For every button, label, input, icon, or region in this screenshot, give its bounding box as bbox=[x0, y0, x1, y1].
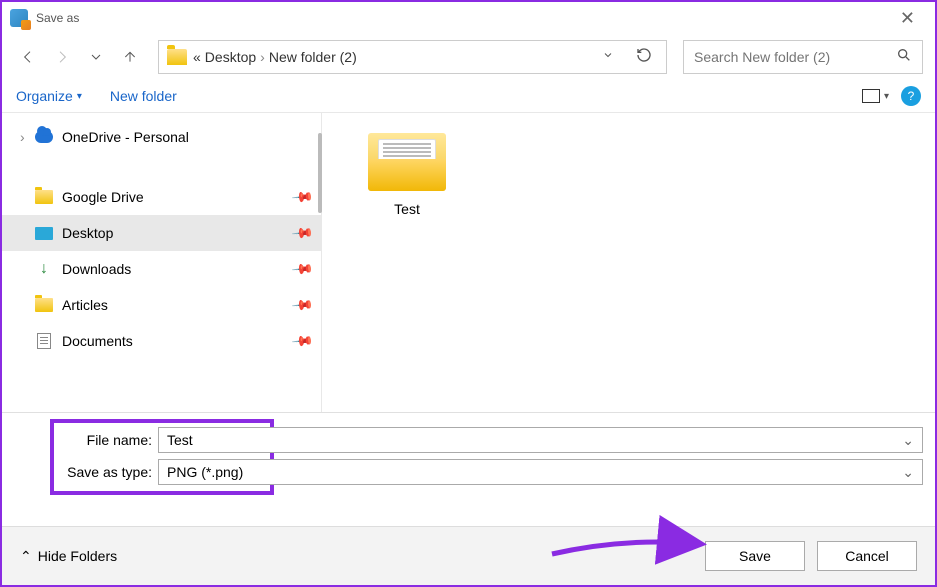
tree-item-downloads[interactable]: ↓ Downloads 📌 bbox=[2, 251, 321, 287]
pin-icon: 📌 bbox=[290, 329, 314, 353]
savetype-select[interactable]: PNG (*.png) ⌄ bbox=[158, 459, 923, 485]
organize-menu[interactable]: Organize ▾ bbox=[16, 88, 82, 104]
breadcrumb-prefix: « bbox=[193, 49, 201, 65]
folder-item-test[interactable]: Test bbox=[352, 133, 462, 217]
folder-icon bbox=[167, 49, 187, 65]
help-button[interactable]: ? bbox=[901, 86, 921, 106]
tree-label: Articles bbox=[62, 297, 108, 313]
filename-value: Test bbox=[167, 432, 193, 448]
tree-item-google-drive[interactable]: Google Drive 📌 bbox=[2, 179, 321, 215]
tree-label: OneDrive - Personal bbox=[62, 129, 189, 145]
breadcrumb: « Desktop › New folder (2) bbox=[193, 49, 357, 65]
chevron-down-icon: ▾ bbox=[77, 91, 82, 102]
address-bar[interactable]: « Desktop › New folder (2) bbox=[158, 40, 667, 74]
desktop-icon bbox=[34, 225, 54, 241]
tree-label: Downloads bbox=[62, 261, 131, 277]
toolbar: Organize ▾ New folder ▾ ? bbox=[2, 80, 935, 113]
nav-row: « Desktop › New folder (2) bbox=[2, 34, 935, 80]
fields-area: File name: Test ⌄ Save as type: PNG (*.p… bbox=[2, 413, 935, 501]
tree-item-articles[interactable]: Articles 📌 bbox=[2, 287, 321, 323]
close-button[interactable]: ✕ bbox=[888, 8, 927, 29]
save-button[interactable]: Save bbox=[705, 541, 805, 571]
search-icon bbox=[896, 47, 912, 68]
organize-label: Organize bbox=[16, 88, 73, 104]
filename-input[interactable]: Test ⌄ bbox=[158, 427, 923, 453]
hide-folders-label: Hide Folders bbox=[38, 548, 117, 564]
cloud-icon bbox=[34, 129, 54, 145]
view-icon bbox=[862, 89, 880, 103]
item-label: Test bbox=[394, 201, 420, 217]
pin-icon: 📌 bbox=[290, 293, 314, 317]
up-button[interactable] bbox=[116, 43, 144, 71]
tree-item-onedrive[interactable]: › OneDrive - Personal bbox=[2, 119, 321, 155]
window-title: Save as bbox=[36, 11, 79, 25]
download-icon: ↓ bbox=[34, 261, 54, 277]
tree-label: Desktop bbox=[62, 225, 113, 241]
savetype-label: Save as type: bbox=[52, 464, 152, 480]
refresh-button[interactable] bbox=[630, 47, 658, 68]
tree-item-desktop[interactable]: Desktop 📌 bbox=[2, 215, 321, 251]
folder-icon bbox=[34, 297, 54, 313]
recent-dropdown[interactable] bbox=[82, 43, 110, 71]
chevron-down-icon[interactable]: ⌄ bbox=[902, 464, 914, 481]
pin-icon: 📌 bbox=[290, 185, 314, 209]
dialog-body: › OneDrive - Personal Google Drive 📌 Des… bbox=[2, 113, 935, 413]
chevron-down-icon: ▾ bbox=[884, 91, 889, 102]
file-list[interactable]: Test bbox=[322, 113, 935, 412]
tree-item-documents[interactable]: Documents 📌 bbox=[2, 323, 321, 359]
breadcrumb-item[interactable]: Desktop bbox=[205, 49, 256, 65]
new-folder-button[interactable]: New folder bbox=[110, 88, 177, 104]
chevron-right-icon: › bbox=[260, 49, 265, 65]
pin-icon: 📌 bbox=[290, 257, 314, 281]
breadcrumb-item[interactable]: New folder (2) bbox=[269, 49, 357, 65]
document-icon bbox=[34, 333, 54, 349]
hide-folders-button[interactable]: ⌃ Hide Folders bbox=[20, 548, 117, 565]
pin-icon: 📌 bbox=[290, 221, 314, 245]
nav-tree: › OneDrive - Personal Google Drive 📌 Des… bbox=[2, 113, 322, 412]
app-icon bbox=[10, 9, 28, 27]
tree-label: Documents bbox=[62, 333, 133, 349]
search-input[interactable] bbox=[694, 49, 896, 65]
titlebar: Save as ✕ bbox=[2, 2, 935, 34]
search-box[interactable] bbox=[683, 40, 923, 74]
cancel-button[interactable]: Cancel bbox=[817, 541, 917, 571]
address-dropdown[interactable] bbox=[596, 48, 620, 66]
savetype-value: PNG (*.png) bbox=[167, 464, 243, 480]
view-button[interactable]: ▾ bbox=[862, 89, 889, 103]
chevron-up-icon: ⌃ bbox=[20, 548, 32, 565]
scrollbar-thumb[interactable] bbox=[318, 133, 322, 213]
folder-icon bbox=[34, 189, 54, 205]
filename-label: File name: bbox=[52, 432, 152, 448]
folder-icon bbox=[368, 133, 446, 191]
chevron-right-icon: › bbox=[20, 129, 34, 145]
back-button[interactable] bbox=[14, 43, 42, 71]
tree-label: Google Drive bbox=[62, 189, 144, 205]
forward-button[interactable] bbox=[48, 43, 76, 71]
dialog-footer: ⌃ Hide Folders Save Cancel bbox=[2, 526, 935, 585]
chevron-down-icon[interactable]: ⌄ bbox=[902, 432, 914, 449]
